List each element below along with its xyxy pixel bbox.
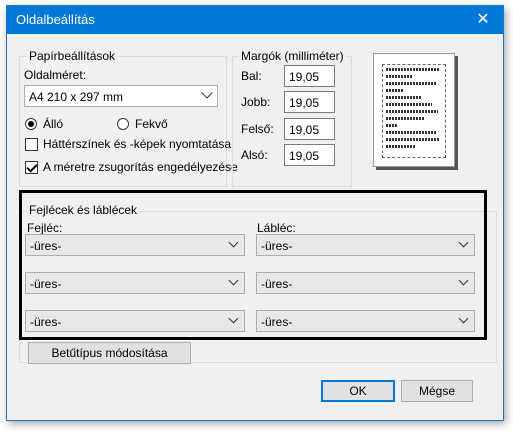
landscape-radio[interactable] <box>117 118 129 130</box>
margin-bottom-label: Alsó: <box>241 148 268 162</box>
ok-button[interactable]: OK <box>321 380 395 402</box>
preview-text-line <box>386 131 436 134</box>
margin-top-value: 19,05 <box>289 123 320 137</box>
landscape-label: Fekvő <box>135 117 168 131</box>
page-size-select[interactable]: A4 210 x 297 mm <box>24 85 218 107</box>
margin-right-input[interactable]: 19,05 <box>284 91 335 113</box>
cancel-button[interactable]: Mégse <box>401 380 473 402</box>
paper-group-legend: Papírbeállítások <box>27 49 118 63</box>
title-bar: Oldalbeállítás ✕ <box>7 6 503 34</box>
chevron-down-icon <box>201 87 213 99</box>
margin-left-label: Bal: <box>241 69 262 83</box>
change-font-button[interactable]: Betűtípus módosítása <box>28 342 191 364</box>
radio-selected-dot <box>28 121 34 127</box>
preview-text-line <box>386 138 440 141</box>
page-preview <box>373 53 455 167</box>
page-size-label: Oldalméret: <box>24 68 87 82</box>
margin-top-label: Felső: <box>241 122 274 136</box>
checkmark-icon <box>26 161 38 173</box>
margin-bottom-value: 19,05 <box>289 149 320 163</box>
margins-group-legend: Margók (milliméter) <box>239 49 346 63</box>
preview-text-line <box>386 89 404 92</box>
margin-top-input[interactable]: 19,05 <box>284 118 335 140</box>
margin-left-input[interactable]: 19,05 <box>284 65 335 87</box>
preview-text-line <box>386 103 432 106</box>
close-icon[interactable]: ✕ <box>463 6 503 34</box>
preview-text-line <box>386 96 422 99</box>
margin-right-label: Jobb: <box>241 95 271 109</box>
page-size-value: A4 210 x 297 mm <box>29 90 124 104</box>
margin-left-value: 19,05 <box>289 70 320 84</box>
portrait-label: Álló <box>43 117 64 131</box>
shrink-to-fit-label: A méretre zsugorítás engedélyezése <box>43 160 238 174</box>
preview-text-line <box>386 68 440 71</box>
window-title: Oldalbeállítás <box>16 12 95 27</box>
margin-bottom-input[interactable]: 19,05 <box>284 144 335 166</box>
margin-right-value: 19,05 <box>289 96 320 110</box>
preview-text-line <box>386 82 436 85</box>
preview-text-line <box>386 124 398 127</box>
preview-text-line <box>386 145 416 148</box>
portrait-radio[interactable] <box>25 118 37 130</box>
preview-margin-box <box>382 64 446 158</box>
print-background-checkbox[interactable] <box>25 138 38 151</box>
print-background-label: Háttérszínek és -képek nyomtatása <box>43 137 232 151</box>
preview-text-line <box>386 117 424 120</box>
shrink-to-fit-checkbox[interactable] <box>25 161 38 174</box>
preview-text-line <box>386 110 438 113</box>
highlight-frame <box>19 190 487 340</box>
preview-text-line <box>386 75 412 78</box>
